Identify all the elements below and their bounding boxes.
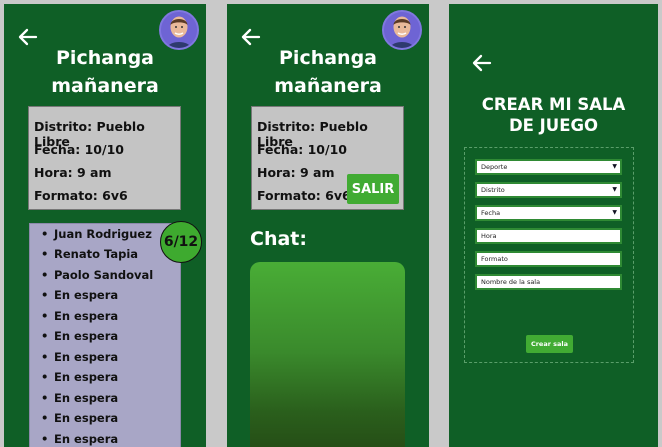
district-select[interactable]: Distrito ▼ <box>475 182 622 198</box>
info-fecha: Fecha: 10/10 <box>34 142 124 157</box>
format-input-label: Formato <box>481 255 508 263</box>
list-item: Paolo Sandoval <box>41 268 153 282</box>
list-item: En espera <box>41 288 118 302</box>
room-title-line2: mañanera <box>274 75 382 97</box>
date-select-label: Fecha <box>481 209 501 217</box>
list-item: Juan Rodriguez <box>41 227 152 241</box>
page-title-line1: CREAR MI SALA <box>481 95 626 114</box>
room-name-input-label: Nombre de la sala <box>481 278 541 286</box>
time-input-label: Hora <box>481 232 497 240</box>
sport-select[interactable]: Deporte ▼ <box>475 159 622 175</box>
district-select-label: Distrito <box>481 186 505 194</box>
room-title-line1: Pichanga <box>279 47 377 69</box>
room-detail-screen: Pichanga mañanera Distrito: Pueblo Libre… <box>4 4 206 447</box>
info-formato: Formato: 6v6 <box>34 188 128 203</box>
create-room-screen: CREAR MI SALA DE JUEGO Deporte ▼ Distrit… <box>449 4 658 447</box>
room-chat-screen: Pichanga mañanera Distrito: Pueblo Libre… <box>227 4 429 447</box>
triangle-down-icon: ▼ <box>612 186 617 193</box>
leave-button[interactable]: SALIR <box>347 174 399 204</box>
info-hora: Hora: 9 am <box>34 165 112 180</box>
list-item: En espera <box>41 329 118 343</box>
sport-select-label: Deporte <box>481 163 508 171</box>
room-name-input[interactable]: Nombre de la sala <box>475 274 622 290</box>
player-count-badge: 6/12 <box>160 221 202 263</box>
list-item: Renato Tapia <box>41 247 138 261</box>
chat-heading: Chat: <box>250 228 307 250</box>
list-item: En espera <box>41 309 118 323</box>
create-room-button[interactable]: Crear sala <box>526 335 573 353</box>
info-fecha: Fecha: 10/10 <box>257 142 347 157</box>
player-list: Juan Rodriguez Renato Tapia Paolo Sandov… <box>29 223 181 447</box>
info-formato: Formato: 6v6 <box>257 188 351 203</box>
info-hora: Hora: 9 am <box>257 165 335 180</box>
page-title-line2: DE JUEGO <box>508 116 599 135</box>
list-item: En espera <box>41 432 118 446</box>
page-title: CREAR MI SALA DE JUEGO <box>449 94 658 136</box>
room-title-line1: Pichanga <box>56 47 154 69</box>
format-input[interactable]: Formato <box>475 251 622 267</box>
time-input[interactable]: Hora <box>475 228 622 244</box>
date-select[interactable]: Fecha ▼ <box>475 205 622 221</box>
room-title: Pichanga mañanera <box>4 44 206 100</box>
list-item: En espera <box>41 370 118 384</box>
back-arrow-icon[interactable] <box>471 52 493 74</box>
list-item: En espera <box>41 411 118 425</box>
list-item: En espera <box>41 350 118 364</box>
room-info-card: Distrito: Pueblo Libre Fecha: 10/10 Hora… <box>28 106 181 210</box>
list-item: En espera <box>41 391 118 405</box>
room-title-line2: mañanera <box>51 75 159 97</box>
chat-panel[interactable] <box>250 262 405 447</box>
room-title: Pichanga mañanera <box>227 44 429 100</box>
triangle-down-icon: ▼ <box>612 209 617 216</box>
triangle-down-icon: ▼ <box>612 163 617 170</box>
